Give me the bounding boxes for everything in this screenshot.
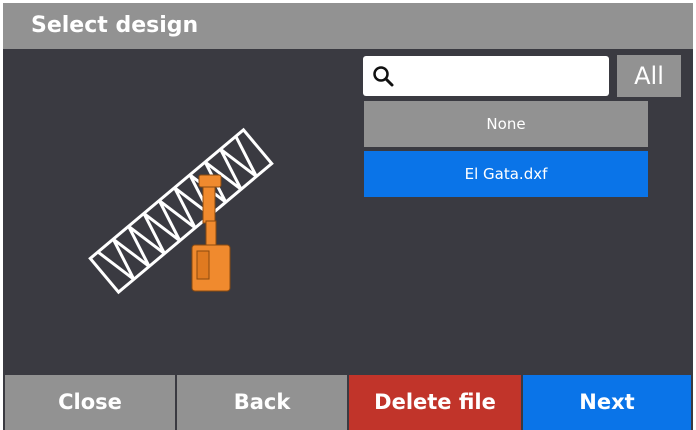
all-filter-button[interactable]: All bbox=[617, 55, 681, 97]
design-preview-image bbox=[88, 127, 274, 295]
next-button[interactable]: Next bbox=[523, 375, 691, 430]
search-box[interactable] bbox=[363, 56, 609, 96]
search-icon bbox=[373, 66, 394, 87]
list-item-el-gata[interactable]: El Gata.dxf bbox=[364, 151, 648, 197]
title-bar: Select design bbox=[3, 3, 693, 49]
design-dialog: Select design All None El Gata.dxf Close… bbox=[3, 3, 693, 430]
design-outline bbox=[88, 127, 274, 295]
dialog-title: Select design bbox=[31, 13, 199, 38]
list-item-none[interactable]: None bbox=[364, 101, 648, 147]
close-button[interactable]: Close bbox=[5, 375, 175, 430]
back-button[interactable]: Back bbox=[177, 375, 347, 430]
delete-file-button[interactable]: Delete file bbox=[349, 375, 521, 430]
search-input[interactable] bbox=[401, 61, 605, 93]
